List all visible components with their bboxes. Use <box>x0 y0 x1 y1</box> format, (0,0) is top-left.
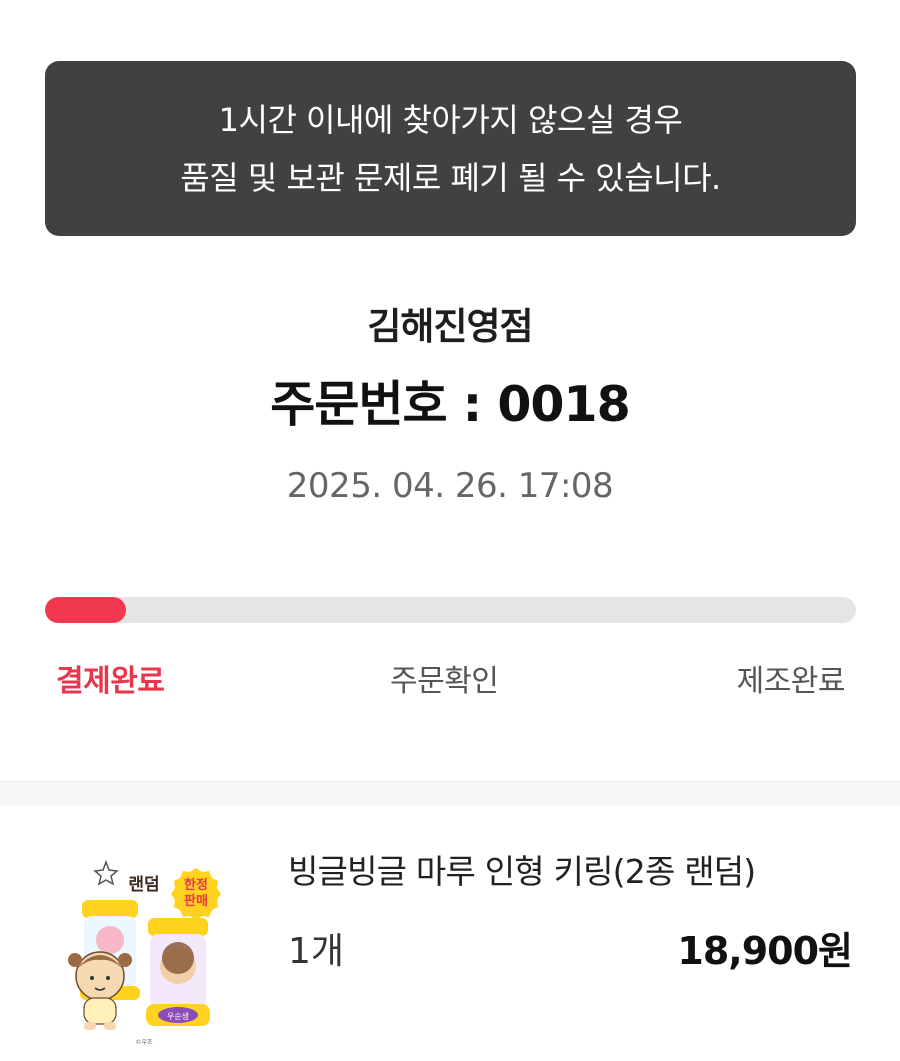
order-datetime: 2025. 04. 26. 17:08 <box>286 466 614 506</box>
product-price: 18,900원 <box>677 929 853 973</box>
product-image: 한정 판매 랜덤 우순생 ©우조 <box>68 859 221 1046</box>
step-production-complete: 제조완료 <box>736 664 846 699</box>
copyright-text: ©우조 <box>135 1039 153 1046</box>
pickup-notice-banner: 1시간 이내에 찾아가지 않으실 경우 품질 및 보관 문제로 폐기 될 수 있… <box>45 61 856 236</box>
order-progress-bar <box>45 597 856 623</box>
store-name: 김해진영점 <box>367 305 533 348</box>
badge-limited-text-2: 판매 <box>184 893 208 909</box>
order-progress-fill <box>45 597 127 623</box>
capsule-label-text: 우순생 <box>167 1011 189 1021</box>
notice-line-2: 품질 및 보관 문제로 폐기 될 수 있습니다. <box>180 158 721 197</box>
order-number: 주문번호 : 0018 <box>270 376 630 433</box>
section-divider <box>0 781 900 805</box>
step-order-confirmed: 주문확인 <box>390 664 499 699</box>
badge-limited-text-1: 한정 <box>184 877 208 893</box>
step-payment-complete: 결제완료 <box>56 664 165 699</box>
product-name: 빙글빙글 마루 인형 키링(2종 랜덤) <box>288 852 756 891</box>
product-quantity: 1개 <box>288 931 345 972</box>
sparkle-star-icon <box>93 859 119 886</box>
badge-random-text: 랜덤 <box>128 875 159 895</box>
notice-line-1: 1시간 이내에 찾아가지 않으실 경우 <box>218 100 683 139</box>
